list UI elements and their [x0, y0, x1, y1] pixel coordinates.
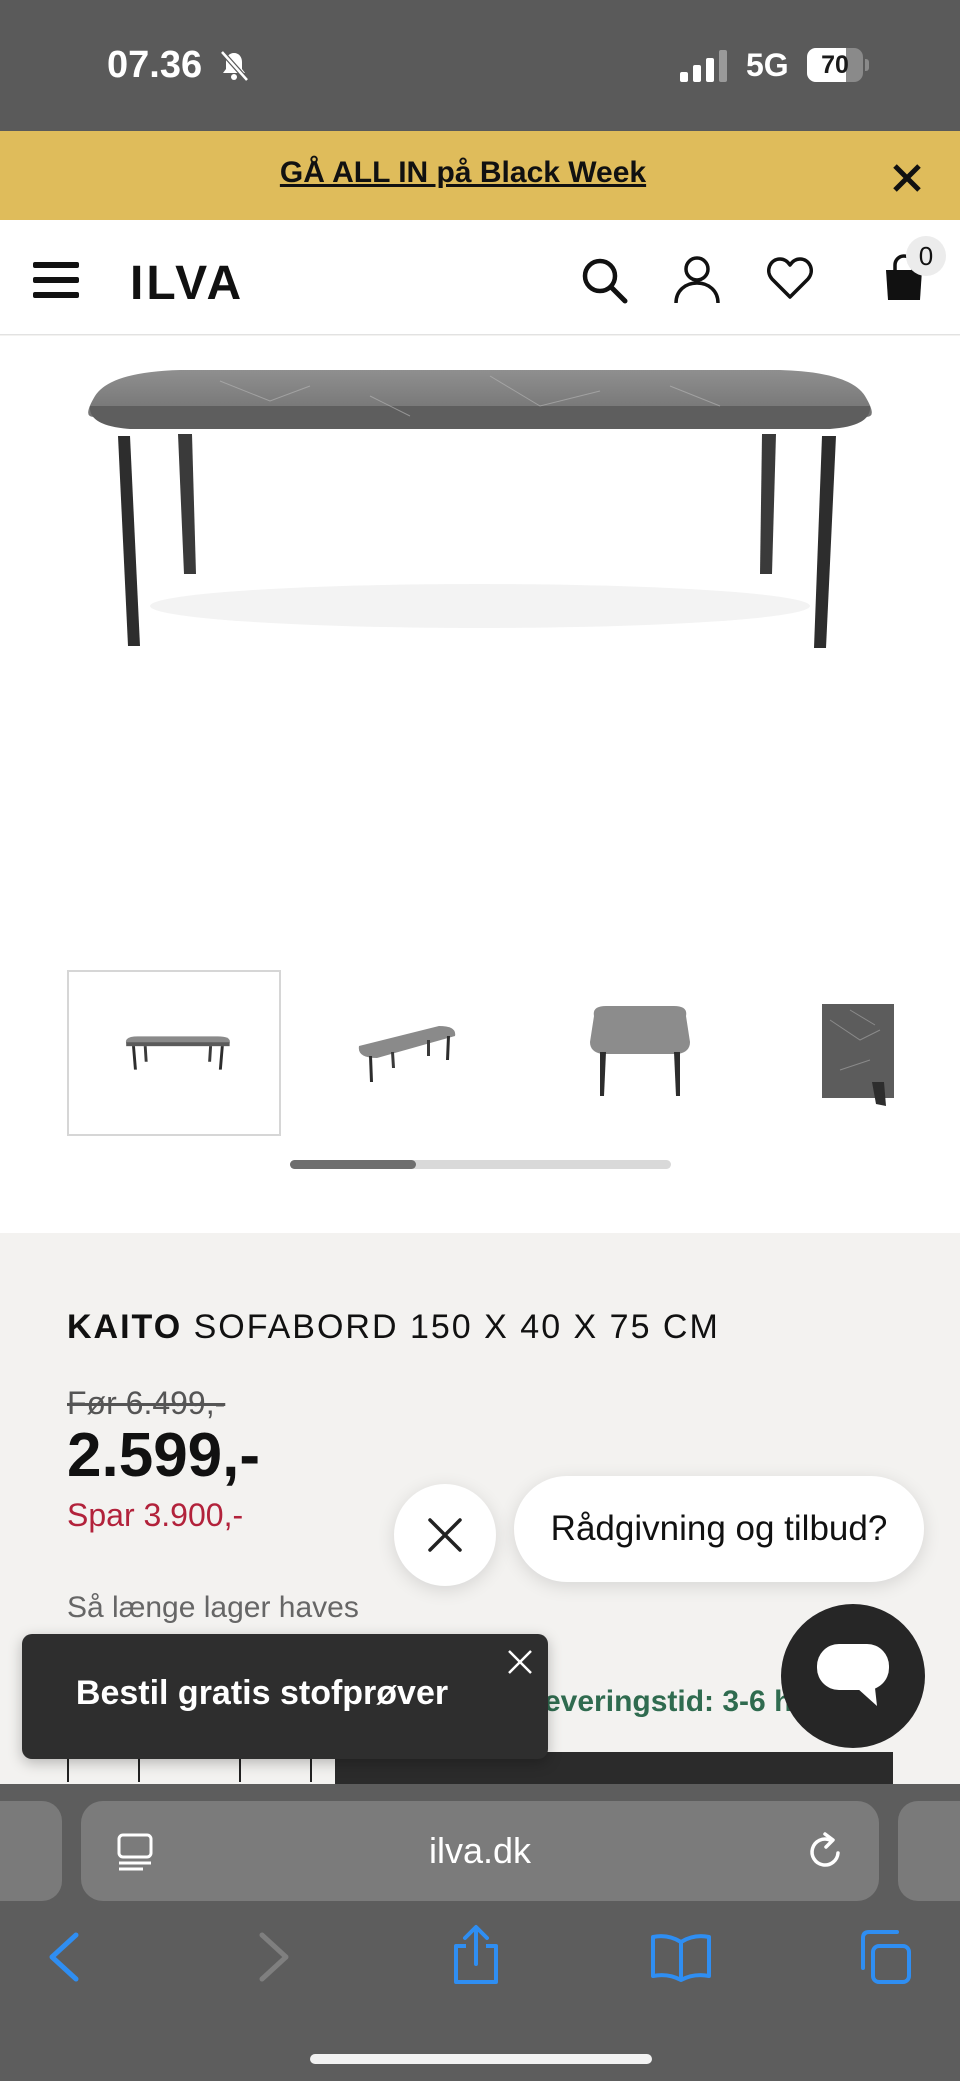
savings-label: Spar 3.900,- [67, 1497, 244, 1533]
close-icon[interactable] [427, 1517, 463, 1553]
url-text[interactable]: ilva.dk [81, 1801, 879, 1901]
chat-dismiss-button[interactable] [394, 1484, 496, 1586]
account-icon[interactable] [673, 254, 721, 304]
stock-note: Så længe lager haves [67, 1591, 359, 1624]
close-icon[interactable] [890, 161, 924, 195]
gallery-scrollbar[interactable] [290, 1160, 671, 1169]
forward-icon[interactable] [256, 1931, 292, 1983]
product-title: KAITO SOFABORD 150 X 40 X 75 CM [67, 1308, 720, 1347]
current-price: 2.599,- [67, 1421, 261, 1490]
chat-launcher-button[interactable] [781, 1604, 925, 1748]
bell-muted-icon [220, 50, 249, 82]
old-price: Før 6.499,- [67, 1385, 226, 1421]
status-time: 07.36 [107, 44, 203, 86]
next-tab-preview[interactable] [898, 1801, 960, 1901]
share-icon[interactable] [450, 1924, 502, 1986]
signal-icon [680, 50, 727, 82]
gallery-thumbnail[interactable] [780, 970, 960, 1136]
home-indicator [310, 2054, 652, 2064]
gallery-thumbnail[interactable] [534, 970, 748, 1136]
bookmarks-icon[interactable] [650, 1932, 712, 1982]
previous-tab-preview[interactable] [0, 1801, 62, 1901]
gallery-thumbnail[interactable] [289, 970, 503, 1136]
wishlist-icon[interactable] [766, 256, 814, 300]
tabs-icon[interactable] [857, 1930, 911, 1984]
product-brand: KAITO [67, 1308, 183, 1346]
promo-link[interactable]: GÅ ALL IN på Black Week [0, 156, 926, 190]
network-label: 5G [746, 47, 789, 83]
menu-icon[interactable] [33, 260, 79, 300]
browser-toolbar: ilva.dk [0, 1784, 960, 2081]
battery-icon: 70 [807, 48, 869, 82]
product-name: SOFABORD 150 X 40 X 75 CM [193, 1308, 720, 1346]
close-icon[interactable] [506, 1648, 534, 1676]
chat-prompt-bubble[interactable]: Rådgivning og tilbud? [514, 1476, 924, 1582]
delivery-time: everingstid: 3-6 h [544, 1685, 793, 1718]
brand-logo[interactable]: ILVA [130, 260, 244, 308]
chat-icon [817, 1644, 889, 1706]
gallery-scrollbar-thumb[interactable] [290, 1160, 416, 1169]
status-bar: 07.36 5G 70 [0, 0, 960, 131]
site-header: ILVA 0 [0, 220, 960, 335]
product-gallery [0, 336, 960, 1233]
product-main-image[interactable] [70, 346, 890, 666]
promo-banner[interactable]: GÅ ALL IN på Black Week [0, 131, 960, 220]
address-bar[interactable]: ilva.dk [81, 1801, 879, 1901]
back-icon[interactable] [46, 1931, 82, 1983]
reload-icon[interactable] [807, 1831, 845, 1871]
gallery-thumbnail[interactable] [67, 970, 281, 1136]
search-icon[interactable] [580, 256, 628, 304]
fabric-samples-toast[interactable]: Bestil gratis stofprøver [22, 1634, 548, 1759]
toast-text[interactable]: Bestil gratis stofprøver [22, 1674, 548, 1713]
cart-count-badge: 0 [906, 236, 946, 276]
battery-level: 70 [821, 51, 849, 79]
